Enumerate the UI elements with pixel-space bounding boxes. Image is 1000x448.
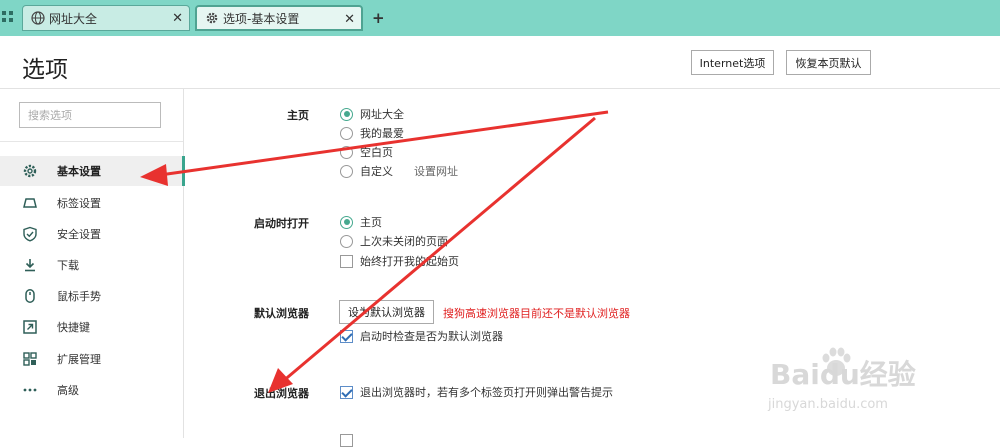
radio-button[interactable] [340, 164, 353, 178]
default-browser-label: 默认浏览器 [254, 307, 309, 320]
checkbox[interactable] [340, 254, 353, 268]
tab-label: 选项-基本设置 [223, 11, 300, 26]
sidebar-item-label: 安全设置 [57, 228, 101, 241]
checkbox[interactable] [340, 385, 353, 399]
startup-option-homepage[interactable]: 主页 [340, 214, 382, 230]
page-title: 选项 [22, 57, 68, 83]
sidebar-item-advanced[interactable]: 高级 [0, 375, 183, 405]
sidebar-item-tab-settings[interactable]: 标签设置 [0, 188, 183, 218]
tab-url-directory[interactable]: 网址大全 ✕ [22, 5, 190, 31]
shield-icon [23, 226, 37, 242]
sidebar-item-label: 高级 [57, 384, 79, 397]
globe-icon [31, 11, 45, 25]
set-url-link[interactable]: 设置网址 [414, 163, 458, 179]
startup-option-last-session[interactable]: 上次未关闭的页面 [340, 233, 448, 249]
default-browser-warning: 搜狗高速浏览器目前还不是默认浏览器 [443, 307, 630, 320]
baidu-jingyan-watermark: Baidu经验 jingyan.baidu.com [760, 345, 980, 425]
homepage-option-blank[interactable]: 空白页 [340, 144, 393, 160]
radio-button[interactable] [340, 145, 353, 159]
download-icon [25, 259, 35, 272]
sidebar-item-shortcuts[interactable]: 快捷键 [0, 312, 183, 342]
tab-label: 网址大全 [49, 11, 98, 26]
sidebar-item-label: 快捷键 [57, 321, 90, 334]
gear-icon [206, 12, 218, 24]
check-default-on-startup-checkbox[interactable]: 启动时检查是否为默认浏览器 [340, 328, 503, 344]
sidebar-item-extensions[interactable]: 扩展管理 [0, 344, 183, 374]
gear-icon [23, 164, 37, 178]
sidebar: 基本设置 标签设置 安全设置 下载 鼠标手势 快捷键 [0, 89, 185, 438]
homepage-label: 主页 [287, 109, 309, 122]
warn-multi-tabs-checkbox[interactable]: 退出浏览器时，若有多个标签页打开则弹出警告提示 [340, 384, 613, 400]
homepage-option-custom[interactable]: 自定义 设置网址 [340, 163, 458, 179]
startup-label: 启动时打开 [254, 217, 309, 230]
homepage-option-url-directory[interactable]: 网址大全 [340, 106, 404, 122]
internet-options-button[interactable]: Internet选项 [691, 50, 774, 75]
close-icon[interactable]: ✕ [172, 11, 183, 26]
sidebar-item-security-settings[interactable]: 安全设置 [0, 219, 183, 249]
radio-button[interactable] [340, 234, 353, 248]
grid-menu-icon[interactable] [2, 11, 14, 23]
restore-default-button[interactable]: 恢复本页默认 [786, 50, 871, 75]
sidebar-item-label: 下载 [57, 259, 79, 272]
new-tab-button[interactable]: + [372, 9, 385, 27]
shortcut-icon [23, 320, 37, 334]
sidebar-item-label: 标签设置 [57, 197, 101, 210]
sidebar-item-label: 基本设置 [57, 165, 101, 178]
always-open-start-checkbox[interactable]: 始终打开我的起始页 [340, 253, 459, 269]
tab-options-basic[interactable]: 选项-基本设置 ✕ [195, 5, 363, 31]
next-row-checkbox[interactable] [340, 432, 353, 448]
radio-button[interactable] [340, 107, 353, 121]
checkbox[interactable] [340, 329, 353, 343]
mouse-icon [25, 289, 35, 303]
sidebar-item-mouse-gestures[interactable]: 鼠标手势 [0, 281, 183, 311]
set-default-browser-button[interactable]: 设为默认浏览器 [339, 300, 434, 324]
extensions-icon [23, 352, 37, 366]
tab-icon [23, 198, 37, 208]
checkbox[interactable] [340, 433, 353, 447]
radio-button[interactable] [340, 215, 353, 229]
sidebar-item-download[interactable]: 下载 [0, 250, 183, 280]
sidebar-item-label: 扩展管理 [57, 353, 101, 366]
exit-browser-label: 退出浏览器 [254, 387, 309, 400]
more-icon [23, 388, 37, 392]
sidebar-divider [0, 141, 183, 142]
homepage-option-favorites[interactable]: 我的最爱 [340, 125, 404, 141]
close-icon[interactable]: ✕ [344, 12, 355, 27]
tab-bar: 网址大全 ✕ 选项-基本设置 ✕ + [0, 0, 1000, 36]
watermark-brand: Baidu经验 [770, 358, 916, 391]
watermark-url: jingyan.baidu.com [768, 397, 888, 412]
radio-button[interactable] [340, 126, 353, 140]
search-input[interactable] [19, 102, 161, 128]
sidebar-item-label: 鼠标手势 [57, 290, 101, 303]
sidebar-item-basic-settings[interactable]: 基本设置 [0, 156, 185, 186]
